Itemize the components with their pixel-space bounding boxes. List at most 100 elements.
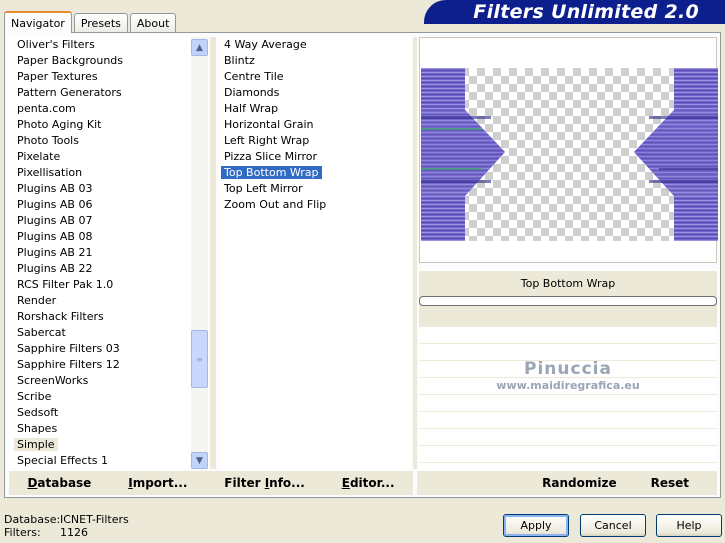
category-item[interactable]: Photo Tools	[9, 133, 194, 149]
database-value: ICNET-Filters	[60, 513, 129, 526]
category-label: Plugins AB 03	[17, 182, 93, 195]
category-item[interactable]: Rorshack Filters	[9, 309, 194, 325]
category-item[interactable]: Plugins AB 06	[9, 197, 194, 213]
category-item[interactable]: Paper Textures	[9, 69, 194, 85]
category-label: Sapphire Filters 03	[17, 342, 120, 355]
category-item[interactable]: Plugins AB 21	[9, 245, 194, 261]
parameter-row	[419, 429, 717, 446]
category-list[interactable]: Oliver's Filters Paper Backgrounds Paper T…	[9, 37, 194, 469]
filter-label: Horizontal Grain	[224, 118, 314, 131]
category-item[interactable]: Sabercat	[9, 325, 194, 341]
category-item[interactable]: Paper Backgrounds	[9, 53, 194, 69]
category-item[interactable]: Plugins AB 22	[9, 261, 194, 277]
filter-item[interactable]: Centre Tile	[219, 69, 411, 85]
category-label: Special Effects 1	[17, 454, 109, 467]
randomize-button[interactable]: Randomize	[542, 476, 616, 490]
category-label: Plugins AB 21	[17, 246, 93, 259]
filter-item[interactable]: Top Left Mirror	[219, 181, 411, 197]
cancel-button[interactable]: Cancel	[580, 514, 646, 537]
filter-label: Blintz	[224, 54, 255, 67]
category-label: Plugins AB 07	[17, 214, 93, 227]
category-item[interactable]: Plugins AB 08	[9, 229, 194, 245]
filter-label: Zoom Out and Flip	[224, 198, 327, 211]
category-item[interactable]: ScreenWorks	[9, 373, 194, 389]
filter-label: Top Left Mirror	[224, 182, 303, 195]
filter-item[interactable]: Pizza Slice Mirror	[219, 149, 411, 165]
filter-label: Half Wrap	[224, 102, 279, 115]
reset-button[interactable]: Reset	[651, 476, 689, 490]
apply-button[interactable]: Apply	[503, 514, 569, 537]
action-bar: Database Import... Filter Info... Editor…	[9, 471, 717, 495]
category-item[interactable]: Plugins AB 03	[9, 181, 194, 197]
category-label: Render	[17, 294, 57, 307]
filter-item[interactable]: Blintz	[219, 53, 411, 69]
category-item[interactable]: Sedsoft	[9, 405, 194, 421]
tab-navigator[interactable]: Navigator	[4, 11, 72, 33]
tab-presets[interactable]: Presets	[73, 13, 128, 32]
editor-button[interactable]: Editor...	[342, 476, 395, 490]
category-item[interactable]: Photo Aging Kit	[9, 117, 194, 133]
tab-about[interactable]: About	[129, 13, 177, 32]
filter-info-button[interactable]: Filter Info...	[224, 476, 305, 490]
category-item[interactable]: Scribe	[9, 389, 194, 405]
category-label: penta.com	[17, 102, 76, 115]
category-item[interactable]: RCS Filter Pak 1.0	[9, 277, 194, 293]
category-scrollbar[interactable]: ▲ ≡ ▼	[191, 37, 208, 469]
category-label: Pixellisation	[17, 166, 83, 179]
filter-item[interactable]: Horizontal Grain	[219, 117, 411, 133]
selected-filter-label: Top Bottom Wrap	[419, 271, 717, 295]
category-item[interactable]: Pattern Generators	[9, 85, 194, 101]
category-item[interactable]: Sapphire Filters 03	[9, 341, 194, 357]
filter-item[interactable]: Top Bottom Wrap	[219, 165, 411, 181]
help-button[interactable]: Help	[656, 514, 722, 537]
scroll-up-button[interactable]: ▲	[191, 39, 208, 56]
category-label: Pattern Generators	[17, 86, 122, 99]
category-item[interactable]: Sapphire Filters 12	[9, 357, 194, 373]
category-item[interactable]: Special Effects 1	[9, 453, 194, 469]
list-divider	[210, 37, 216, 469]
category-label: Rorshack Filters	[17, 310, 104, 323]
parameter-row	[419, 412, 717, 429]
category-label: ScreenWorks	[17, 374, 89, 387]
filter-name-text: Top Bottom Wrap	[520, 276, 616, 290]
database-button[interactable]: Database	[27, 476, 91, 490]
category-item[interactable]: penta.com	[9, 101, 194, 117]
category-item[interactable]: Simple	[9, 437, 194, 453]
category-label: Sabercat	[17, 326, 66, 339]
filter-item[interactable]: 4 Way Average	[219, 37, 411, 53]
category-label: Sapphire Filters 12	[17, 358, 120, 371]
app-title-banner: Filters Unlimited 2.0	[424, 0, 725, 24]
grip-icon: ≡	[196, 354, 203, 364]
category-item[interactable]: Shapes	[9, 421, 194, 437]
filter-item[interactable]: Diamonds	[219, 85, 411, 101]
parameter-row	[419, 361, 717, 378]
filter-item[interactable]: Zoom Out and Flip	[219, 197, 411, 213]
filter-label: Diamonds	[224, 86, 280, 99]
category-label: Paper Backgrounds	[17, 54, 124, 67]
category-item[interactable]: Pixellisation	[9, 165, 194, 181]
filter-item[interactable]: Left Right Wrap	[219, 133, 411, 149]
category-item[interactable]: Plugins AB 07	[9, 213, 194, 229]
preview-image	[421, 68, 718, 241]
category-item[interactable]: Oliver's Filters	[9, 37, 194, 53]
category-label: Photo Tools	[17, 134, 79, 147]
parameter-row	[419, 307, 717, 327]
import-button[interactable]: Import...	[128, 476, 187, 490]
parameter-row	[419, 395, 717, 412]
category-label: Oliver's Filters	[17, 38, 95, 51]
scroll-down-button[interactable]: ▼	[191, 452, 208, 469]
parameter-row	[419, 446, 717, 463]
scrollbar-thumb[interactable]: ≡	[191, 330, 208, 388]
chevron-up-icon: ▲	[196, 42, 203, 53]
parameter-row	[419, 327, 717, 344]
filters-count-value: 1126	[60, 526, 88, 539]
category-label: Plugins AB 06	[17, 198, 93, 211]
category-item[interactable]: Pixelate	[9, 149, 194, 165]
category-item[interactable]: Render	[9, 293, 194, 309]
category-label: Plugins AB 22	[17, 262, 93, 275]
navigator-actions: Database Import... Filter Info... Editor…	[9, 471, 413, 495]
filter-label: Pizza Slice Mirror	[224, 150, 318, 163]
filter-item[interactable]: Half Wrap	[219, 101, 411, 117]
preview-box	[419, 37, 718, 263]
filter-list[interactable]: 4 Way Average Blintz Centre Tile Diamonds Ha…	[219, 37, 411, 469]
